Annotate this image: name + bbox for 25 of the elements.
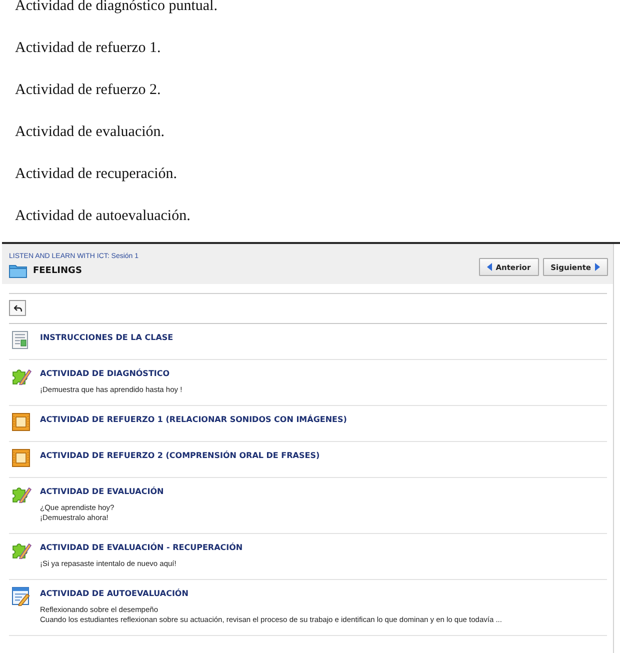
folder-icon bbox=[9, 264, 27, 278]
puzzle-pencil-icon bbox=[12, 541, 32, 559]
activity-link[interactable]: ACTIVIDAD DE AUTOEVALUACIÓN bbox=[40, 587, 188, 601]
frame-icon bbox=[12, 413, 30, 431]
activity-link[interactable]: ACTIVIDAD DE EVALUACIÓN - RECUPERACIÓN bbox=[40, 541, 243, 555]
frame-icon bbox=[12, 449, 30, 467]
document-text: Actividad de evaluación. bbox=[15, 124, 165, 141]
document-text: Actividad de refuerzo 2. bbox=[15, 82, 161, 99]
back-button[interactable] bbox=[9, 300, 26, 316]
activity-link[interactable]: INSTRUCCIONES DE LA CLASE bbox=[40, 331, 174, 345]
left-triangle-icon bbox=[486, 263, 492, 271]
activity-link[interactable]: ACTIVIDAD DE DIAGNÓSTICO bbox=[40, 367, 170, 381]
activity-link[interactable]: ACTIVIDAD DE REFUERZO 2 (COMPRENSIÓN ORAL DE FRASES) bbox=[40, 449, 320, 463]
activity-link[interactable]: ACTIVIDAD DE REFUERZO 1 (RELACIONAR SONIDOS CON IMÁGENES) bbox=[40, 413, 347, 427]
puzzle-pencil-icon bbox=[12, 367, 32, 385]
document-text: Actividad de recuperación. bbox=[15, 166, 178, 183]
form-pencil-icon bbox=[12, 587, 30, 606]
right-triangle-icon bbox=[595, 263, 600, 271]
document-text: Actividad de refuerzo 1. bbox=[15, 40, 161, 57]
back-arrow-icon bbox=[14, 304, 22, 312]
section-title: FEELINGS bbox=[33, 265, 82, 278]
activity-link[interactable]: ACTIVIDAD DE EVALUACIÓN bbox=[40, 485, 164, 499]
document-icon bbox=[12, 331, 28, 349]
document-text: Actividad de autoevaluación. bbox=[15, 208, 190, 225]
puzzle-pencil-icon bbox=[12, 485, 32, 503]
